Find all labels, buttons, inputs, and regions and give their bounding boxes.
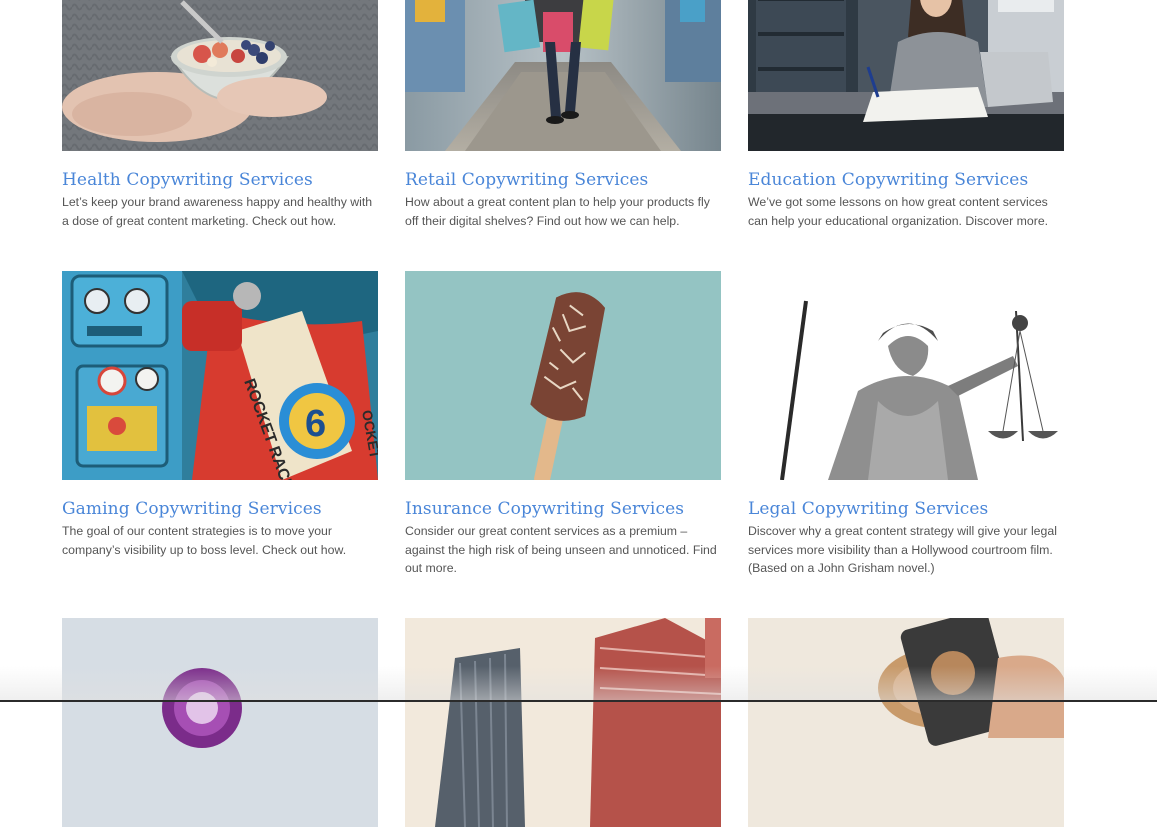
service-card-legal: Legal Copywriting Services Discover why … bbox=[748, 271, 1064, 578]
retail-shopping-image[interactable] bbox=[405, 0, 721, 151]
service-description-gaming: The goal of our content strategies is to… bbox=[62, 522, 378, 559]
purple-drink-image[interactable] bbox=[62, 618, 378, 827]
service-card-insurance: Insurance Copywriting Services Consider … bbox=[405, 271, 721, 578]
service-card-health: Health Copywriting Services Let’s keep y… bbox=[62, 0, 378, 230]
service-description-health: Let’s keep your brand awareness happy an… bbox=[62, 193, 378, 230]
service-description-insurance: Consider our great content services as a… bbox=[405, 522, 721, 578]
service-card-retail: Retail Copywriting Services How about a … bbox=[405, 0, 721, 230]
phone-photo-image[interactable] bbox=[748, 618, 1064, 827]
service-description-retail: How about a great content plan to help y… bbox=[405, 193, 721, 230]
service-title-legal[interactable]: Legal Copywriting Services bbox=[748, 498, 1064, 520]
insurance-icecream-image[interactable] bbox=[405, 271, 721, 480]
services-grid: Health Copywriting Services Let’s keep y… bbox=[0, 0, 1157, 702]
service-title-insurance[interactable]: Insurance Copywriting Services bbox=[405, 498, 721, 520]
service-description-legal: Discover why a great content strategy wi… bbox=[748, 522, 1064, 578]
service-card-partial-1 bbox=[62, 618, 378, 827]
service-card-gaming: 6 ROCKET RACER OCKET Gaming Copywriting … bbox=[62, 271, 378, 559]
service-title-health[interactable]: Health Copywriting Services bbox=[62, 169, 378, 191]
gaming-toys-image[interactable]: 6 ROCKET RACER OCKET bbox=[62, 271, 378, 480]
legal-justice-statue-image[interactable] bbox=[748, 271, 1064, 480]
service-title-gaming[interactable]: Gaming Copywriting Services bbox=[62, 498, 378, 520]
buildings-image[interactable] bbox=[405, 618, 721, 827]
service-card-partial-3 bbox=[748, 618, 1064, 827]
service-card-education: Education Copywriting Services We’ve got… bbox=[748, 0, 1064, 230]
health-bowl-image[interactable] bbox=[62, 0, 378, 151]
service-card-partial-2 bbox=[405, 618, 721, 827]
service-description-education: We’ve got some lessons on how great cont… bbox=[748, 193, 1064, 230]
service-title-retail[interactable]: Retail Copywriting Services bbox=[405, 169, 721, 191]
service-title-education[interactable]: Education Copywriting Services bbox=[748, 169, 1064, 191]
rocket-number-text: 6 bbox=[305, 403, 326, 445]
education-student-image[interactable] bbox=[748, 0, 1064, 151]
